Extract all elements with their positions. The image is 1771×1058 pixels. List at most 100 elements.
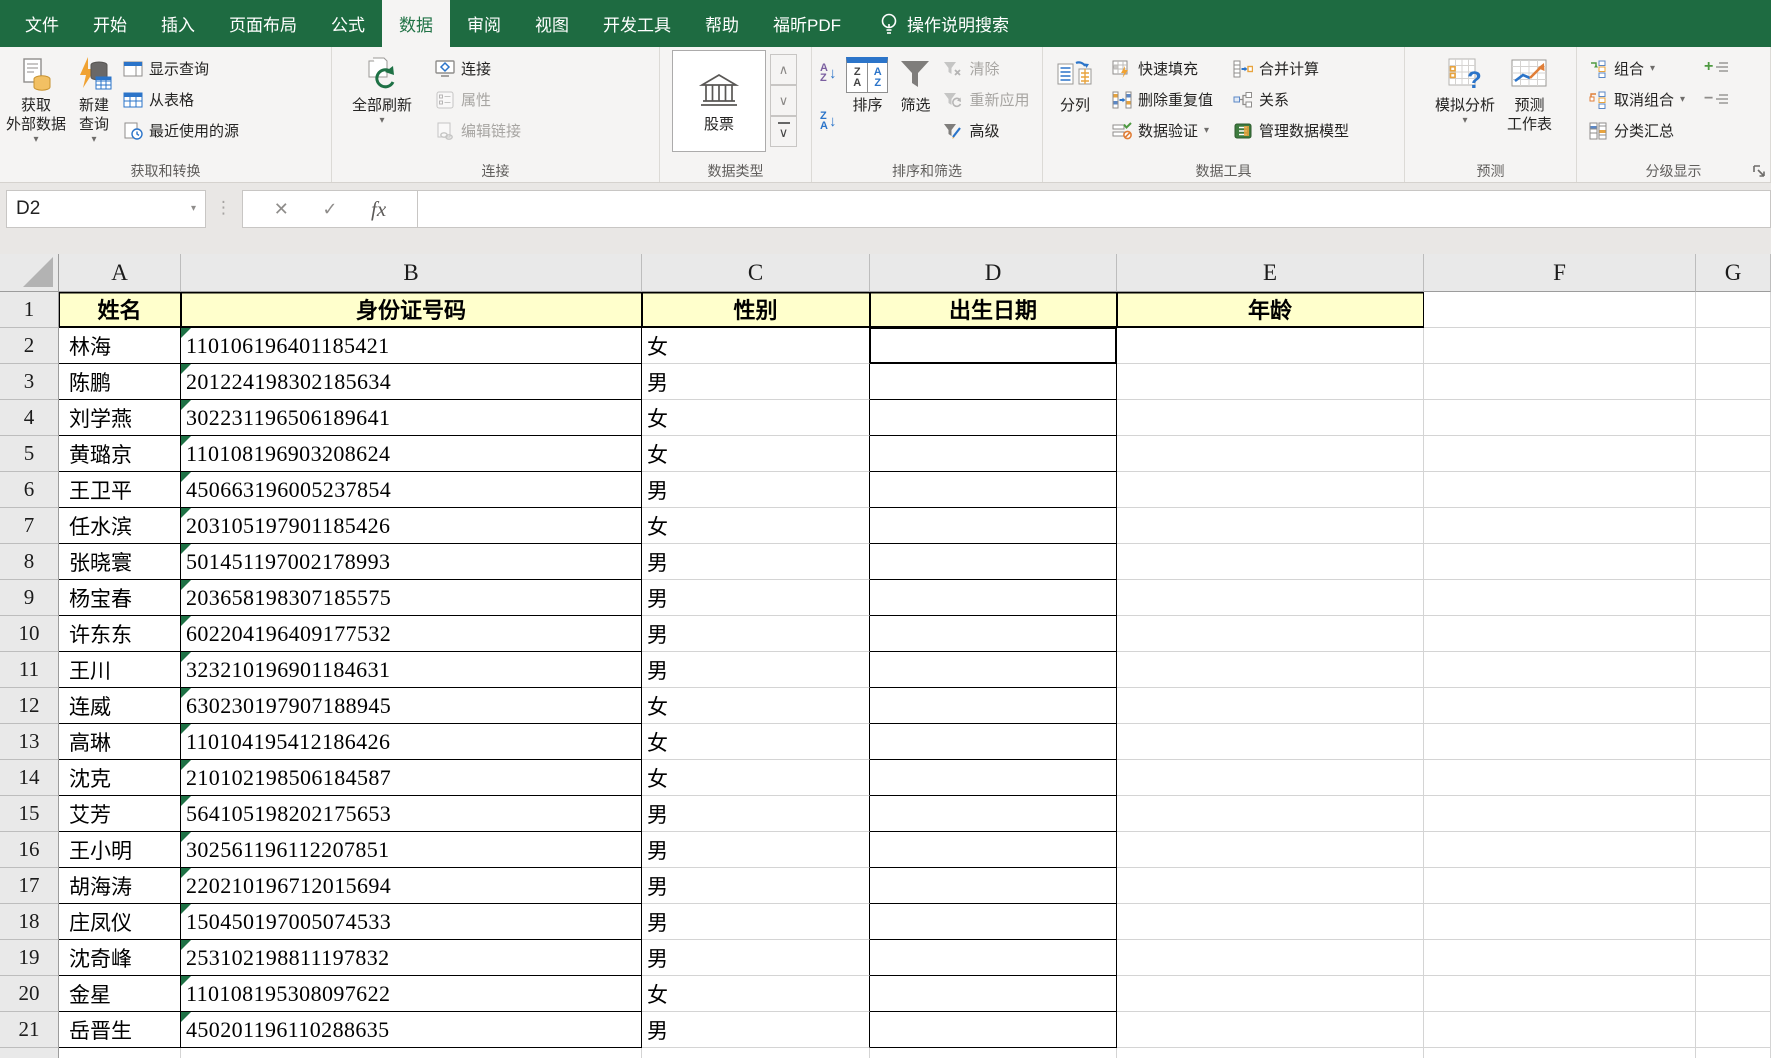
new-query-button[interactable]: 新建 查询 ▾ — [70, 50, 118, 160]
cell-C22[interactable] — [642, 1048, 870, 1058]
cell-G18[interactable] — [1696, 904, 1771, 940]
cell-F3[interactable] — [1424, 364, 1696, 400]
cell-A8[interactable]: 张晓寰 — [59, 544, 181, 580]
cell-G3[interactable] — [1696, 364, 1771, 400]
flash-fill-button[interactable]: 快速填充 — [1107, 53, 1218, 84]
cell-F5[interactable] — [1424, 436, 1696, 472]
connections-button[interactable]: 连接 — [430, 53, 526, 84]
cell-C14[interactable]: 女 — [642, 760, 870, 796]
cell-D10[interactable] — [870, 616, 1117, 652]
cell-G9[interactable] — [1696, 580, 1771, 616]
row-header-3[interactable]: 3 — [0, 364, 59, 400]
hide-detail-button[interactable]: − — [1704, 90, 1729, 108]
cell-F13[interactable] — [1424, 724, 1696, 760]
cell-B18[interactable]: 150450197005074533 — [181, 904, 642, 940]
cell-E3[interactable] — [1117, 364, 1424, 400]
row-header-12[interactable]: 12 — [0, 688, 59, 724]
text-to-columns-button[interactable]: 分列 — [1051, 50, 1099, 160]
cell-E11[interactable] — [1117, 652, 1424, 688]
tab-开发工具[interactable]: 开发工具 — [586, 0, 688, 47]
cell-B17[interactable]: 220210196712015694 — [181, 868, 642, 904]
cell-B10[interactable]: 602204196409177532 — [181, 616, 642, 652]
cell-G19[interactable] — [1696, 940, 1771, 976]
tell-me-search[interactable]: 操作说明搜索 — [880, 0, 1009, 47]
cell-D12[interactable] — [870, 688, 1117, 724]
row-header-1[interactable]: 1 — [0, 292, 59, 328]
cell-A16[interactable]: 王小明 — [59, 832, 181, 868]
cell-E20[interactable] — [1117, 976, 1424, 1012]
cell-A3[interactable]: 陈鹏 — [59, 364, 181, 400]
cell-E10[interactable] — [1117, 616, 1424, 652]
cell-D18[interactable] — [870, 904, 1117, 940]
cell-A17[interactable]: 胡海涛 — [59, 868, 181, 904]
cell-A1[interactable]: 姓名 — [59, 292, 181, 328]
cell-A12[interactable]: 连威 — [59, 688, 181, 724]
cell-A6[interactable]: 王卫平 — [59, 472, 181, 508]
get-external-data-button[interactable]: 获取 外部数据 ▾ — [2, 50, 70, 160]
cell-C12[interactable]: 女 — [642, 688, 870, 724]
cell-C19[interactable]: 男 — [642, 940, 870, 976]
cell-B2[interactable]: 110106196401185421 — [181, 328, 642, 364]
tab-视图[interactable]: 视图 — [518, 0, 586, 47]
cell-F8[interactable] — [1424, 544, 1696, 580]
row-header-15[interactable]: 15 — [0, 796, 59, 832]
gallery-down-button[interactable]: ∨ — [770, 85, 797, 116]
cell-A13[interactable]: 高琳 — [59, 724, 181, 760]
cell-A10[interactable]: 许东东 — [59, 616, 181, 652]
cell-D7[interactable] — [870, 508, 1117, 544]
cell-G10[interactable] — [1696, 616, 1771, 652]
cell-B15[interactable]: 564105198202175653 — [181, 796, 642, 832]
row-header-2[interactable]: 2 — [0, 328, 59, 364]
cell-F4[interactable] — [1424, 400, 1696, 436]
properties-button[interactable]: 属性 — [430, 84, 526, 115]
cell-E6[interactable] — [1117, 472, 1424, 508]
cell-F10[interactable] — [1424, 616, 1696, 652]
cell-C6[interactable]: 男 — [642, 472, 870, 508]
cell-C10[interactable]: 男 — [642, 616, 870, 652]
tab-开始[interactable]: 开始 — [76, 0, 144, 47]
consolidate-button[interactable]: 合并计算 — [1228, 53, 1354, 84]
cell-G16[interactable] — [1696, 832, 1771, 868]
row-header-10[interactable]: 10 — [0, 616, 59, 652]
cell-B14[interactable]: 210102198506184587 — [181, 760, 642, 796]
cell-E1[interactable]: 年龄 — [1117, 292, 1424, 328]
cell-D6[interactable] — [870, 472, 1117, 508]
cell-B12[interactable]: 630230197907188945 — [181, 688, 642, 724]
cell-G7[interactable] — [1696, 508, 1771, 544]
row-header-8[interactable]: 8 — [0, 544, 59, 580]
cell-F21[interactable] — [1424, 1012, 1696, 1048]
cell-G1[interactable] — [1696, 292, 1771, 328]
sort-button[interactable]: ZA AZ 排序 — [842, 50, 892, 160]
cell-D19[interactable] — [870, 940, 1117, 976]
row-header-17[interactable]: 17 — [0, 868, 59, 904]
cell-F18[interactable] — [1424, 904, 1696, 940]
reapply-filter-button[interactable]: 重新应用 — [938, 84, 1034, 115]
cell-G8[interactable] — [1696, 544, 1771, 580]
cell-D15[interactable] — [870, 796, 1117, 832]
cell-A5[interactable]: 黄璐京 — [59, 436, 181, 472]
cell-A20[interactable]: 金星 — [59, 976, 181, 1012]
cell-B21[interactable]: 450201196110288635 — [181, 1012, 642, 1048]
cell-C1[interactable]: 性别 — [642, 292, 870, 328]
cell-C7[interactable]: 女 — [642, 508, 870, 544]
sort-descending-button[interactable]: ZA ↓ — [814, 104, 842, 138]
cell-E14[interactable] — [1117, 760, 1424, 796]
row-header-19[interactable]: 19 — [0, 940, 59, 976]
cell-C9[interactable]: 男 — [642, 580, 870, 616]
sort-ascending-button[interactable]: AZ ↓ — [814, 56, 842, 90]
row-header-18[interactable]: 18 — [0, 904, 59, 940]
select-all-corner[interactable] — [0, 254, 59, 292]
tab-数据[interactable]: 数据 — [382, 0, 450, 47]
cell-C15[interactable]: 男 — [642, 796, 870, 832]
cancel-icon[interactable]: ✕ — [274, 199, 289, 220]
cell-E21[interactable] — [1117, 1012, 1424, 1048]
enter-icon[interactable]: ✓ — [322, 199, 337, 220]
cell-B20[interactable]: 110108195308097622 — [181, 976, 642, 1012]
cell-A14[interactable]: 沈克 — [59, 760, 181, 796]
advanced-filter-button[interactable]: 高级 — [938, 115, 1034, 146]
tab-文件[interactable]: 文件 — [8, 0, 76, 47]
cell-D13[interactable] — [870, 724, 1117, 760]
cell-B13[interactable]: 110104195412186426 — [181, 724, 642, 760]
col-header-D[interactable]: D — [870, 254, 1117, 292]
cell-G13[interactable] — [1696, 724, 1771, 760]
